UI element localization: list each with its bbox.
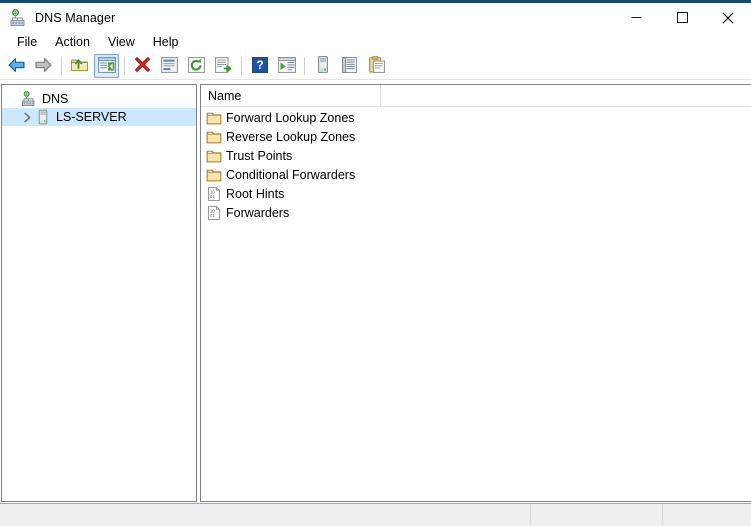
clipboard-icon <box>368 56 385 76</box>
tree-node-label: LS-SERVER <box>56 110 127 124</box>
folder-icon <box>206 110 222 126</box>
dns-manager-window: DNS Manager File Action View Help ? DNS … <box>0 0 751 526</box>
dns-server-icon <box>9 8 27 27</box>
menu-item-action[interactable]: Action <box>46 33 99 52</box>
status-cell-secondary <box>531 504 663 526</box>
toolbar-separator <box>61 57 62 75</box>
tree-node-dns[interactable]: DNS <box>2 90 196 108</box>
close-button[interactable] <box>705 3 751 32</box>
console-tree-pane: DNS LS-SERVER <box>1 84 197 502</box>
maximize-button[interactable] <box>659 3 705 32</box>
clipboard-button[interactable] <box>364 54 389 78</box>
toolbar-separator <box>241 57 242 75</box>
list-item[interactable]: Trust Points <box>201 146 751 165</box>
toolbar: ? <box>0 53 751 80</box>
properties-button[interactable] <box>157 54 182 78</box>
folder-icon <box>206 148 222 164</box>
back-button[interactable] <box>4 54 29 78</box>
binary-record-icon: 10 01 <box>206 205 222 221</box>
server-tower-icon <box>35 109 51 125</box>
tree-node-label: DNS <box>42 92 69 106</box>
svg-text:01: 01 <box>210 213 215 218</box>
title-bar: DNS Manager <box>0 3 751 32</box>
show-hide-console-tree-button[interactable] <box>94 54 119 78</box>
action-pane-icon <box>277 56 296 76</box>
list-item[interactable]: Conditional Forwarders <box>201 165 751 184</box>
console-tree-icon <box>97 56 116 76</box>
chevron-right-icon[interactable] <box>20 108 35 126</box>
list-item-label: Root Hints <box>226 186 285 201</box>
list-item-label: Trust Points <box>226 148 293 163</box>
show-action-pane-button[interactable] <box>274 54 299 78</box>
status-bar <box>0 503 751 526</box>
export-list-button[interactable] <box>211 54 236 78</box>
list-view-button[interactable] <box>337 54 362 78</box>
listview-header: Name <box>201 85 751 107</box>
refresh-button[interactable] <box>184 54 209 78</box>
list-item-label: Conditional Forwarders <box>226 167 356 182</box>
console-tree: DNS LS-SERVER <box>2 85 196 126</box>
delete-x-icon <box>134 56 151 76</box>
forward-button[interactable] <box>31 54 56 78</box>
list-lines-icon <box>342 56 357 76</box>
dns-root-icon <box>21 91 37 107</box>
refresh-icon <box>188 56 205 76</box>
listview-body: Forward Lookup Zones Reverse Lookup Zone… <box>201 107 751 222</box>
export-list-icon <box>214 56 233 76</box>
menu-item-view[interactable]: View <box>99 33 144 52</box>
help-question-icon: ? <box>251 56 268 76</box>
minimize-button[interactable] <box>613 3 659 32</box>
new-server-button[interactable] <box>310 54 335 78</box>
details-pane: Name Forward Lookup Zones Reverse Lookup… <box>200 84 751 502</box>
svg-text:?: ? <box>256 58 263 72</box>
properties-icon <box>161 56 178 76</box>
toolbar-separator <box>304 57 305 75</box>
list-item-label: Forwarders <box>226 205 290 220</box>
up-one-level-button[interactable] <box>67 54 92 78</box>
folder-icon <box>206 129 222 145</box>
menu-bar: File Action View Help <box>0 32 751 53</box>
status-cell-main <box>0 504 531 526</box>
server-tower-icon <box>317 56 329 76</box>
list-item-label: Forward Lookup Zones <box>226 110 355 125</box>
list-item[interactable]: Reverse Lookup Zones <box>201 127 751 146</box>
folder-up-icon <box>70 56 89 76</box>
binary-record-icon: 10 01 <box>206 186 222 202</box>
help-button[interactable]: ? <box>247 54 272 78</box>
forward-arrow-icon <box>34 57 53 76</box>
tree-node-ls-server[interactable]: LS-SERVER <box>2 108 196 126</box>
list-item[interactable]: Forward Lookup Zones <box>201 108 751 127</box>
folder-icon <box>206 167 222 183</box>
svg-text:01: 01 <box>210 194 215 199</box>
toolbar-separator <box>124 57 125 75</box>
window-title: DNS Manager <box>35 10 116 25</box>
column-header-name[interactable]: Name <box>201 85 381 106</box>
list-item[interactable]: 10 01 Forwarders <box>201 203 751 222</box>
content-panes: DNS LS-SERVER Name Forward Lookup Zones … <box>0 84 751 503</box>
list-item-label: Reverse Lookup Zones <box>226 129 356 144</box>
caption-button-group <box>613 3 751 32</box>
list-item[interactable]: 10 01 Root Hints <box>201 184 751 203</box>
tree-expander-placeholder <box>6 90 21 108</box>
menu-item-help[interactable]: Help <box>144 33 188 52</box>
menu-item-file[interactable]: File <box>8 33 46 52</box>
back-arrow-icon <box>7 57 26 76</box>
delete-button[interactable] <box>130 54 155 78</box>
status-cell-tertiary <box>663 504 751 526</box>
